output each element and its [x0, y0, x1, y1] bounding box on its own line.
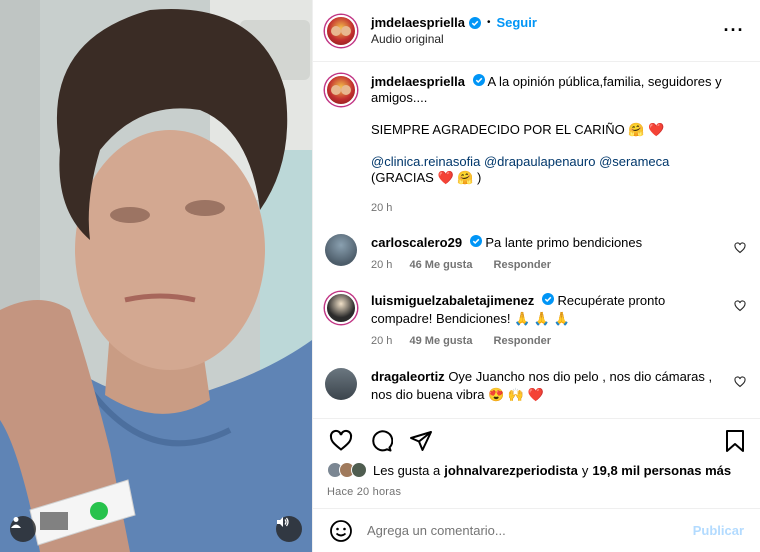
post-actions-bar: [313, 418, 760, 462]
save-bookmark-icon[interactable]: [724, 429, 746, 453]
reply-button[interactable]: Responder: [494, 259, 551, 271]
caption-text-line4: (GRACIAS ❤️ 🤗 ): [371, 170, 482, 185]
comment-item: luismiguelzabaletajimenez Recupérate pro…: [325, 292, 746, 350]
likes-section: Les gusta a johnalvarezperiodista y 19,8…: [313, 462, 760, 508]
like-comment-heart-icon[interactable]: [734, 242, 746, 254]
author-avatar[interactable]: [325, 14, 357, 47]
mention-link[interactable]: @clinica.reinasofia: [371, 154, 480, 169]
comment-username[interactable]: luismiguelzabaletajimenez: [371, 293, 534, 308]
comment-bubble-icon[interactable]: [369, 429, 393, 453]
add-comment-bar: Publicar: [313, 508, 760, 552]
comment-item: carloscalero29 Pa lante primo bendicione…: [325, 234, 746, 274]
liker-username[interactable]: johnalvarezperiodista: [444, 463, 578, 478]
comments-section: jmdelaespriella A la opinión pública,fam…: [313, 62, 760, 418]
more-options-icon[interactable]: ···: [722, 20, 746, 41]
caption-text-line2: SIEMPRE AGRADECIDO POR EL CARIÑO 🤗 ❤️: [371, 122, 665, 137]
speaker-icon: [277, 517, 289, 527]
mention-link[interactable]: @drapaulapenauro: [484, 154, 596, 169]
like-comment-heart-icon[interactable]: [734, 376, 746, 388]
follow-button[interactable]: Seguir: [496, 15, 536, 30]
post-timestamp[interactable]: Hace 20 horas: [327, 486, 746, 498]
tagged-users-button[interactable]: [10, 516, 36, 542]
post-video-frame: [0, 0, 312, 552]
share-paper-plane-icon[interactable]: [409, 429, 433, 453]
author-username[interactable]: jmdelaespriella: [371, 15, 465, 30]
post-caption: jmdelaespriella A la opinión pública,fam…: [325, 74, 746, 216]
post-media[interactable]: [0, 0, 312, 552]
comment-time[interactable]: 20 h: [371, 335, 392, 347]
comment-time[interactable]: 20 h: [371, 259, 392, 271]
caption-username[interactable]: jmdelaespriella: [371, 74, 465, 89]
post-header: jmdelaespriella • Seguir Audio original …: [313, 0, 760, 62]
likes-count[interactable]: 19,8 mil personas más: [592, 463, 731, 478]
verified-badge-icon: [468, 16, 481, 29]
comment-text: Pa lante primo bendiciones: [485, 235, 643, 250]
comment-likes[interactable]: 49 Me gusta: [409, 335, 472, 347]
comment-username[interactable]: dragaleortiz: [371, 369, 445, 384]
mention-link[interactable]: @serameca: [599, 154, 669, 169]
comment-item: dragaleortiz Oye Juancho nos dio pelo , …: [325, 368, 746, 404]
comment-avatar[interactable]: [325, 368, 357, 400]
audio-label[interactable]: Audio original: [371, 32, 722, 46]
separator-dot: •: [486, 17, 491, 28]
verified-badge-icon: [541, 293, 554, 305]
caption-avatar[interactable]: [325, 74, 357, 106]
likes-connector: y: [581, 462, 589, 478]
comment-avatar[interactable]: [325, 292, 357, 324]
audio-toggle-button[interactable]: [276, 516, 302, 542]
verified-badge-icon: [469, 235, 482, 247]
user-icon: [11, 517, 21, 528]
post-details-panel: jmdelaespriella • Seguir Audio original …: [312, 0, 760, 552]
comment-avatar[interactable]: [325, 234, 357, 266]
like-heart-icon[interactable]: [329, 429, 353, 453]
post-comment-button[interactable]: Publicar: [693, 523, 744, 538]
like-comment-heart-icon[interactable]: [734, 300, 746, 312]
add-comment-input[interactable]: [367, 523, 693, 538]
reply-button[interactable]: Responder: [494, 335, 551, 347]
comment-username[interactable]: carloscalero29: [371, 235, 462, 250]
emoji-icon[interactable]: [329, 519, 353, 543]
likes-prefix: Les gusta a: [373, 462, 441, 478]
liker-avatars: [327, 462, 367, 478]
comment-likes[interactable]: 46 Me gusta: [409, 259, 472, 271]
caption-time[interactable]: 20 h: [371, 200, 746, 216]
verified-badge-icon: [472, 74, 485, 86]
